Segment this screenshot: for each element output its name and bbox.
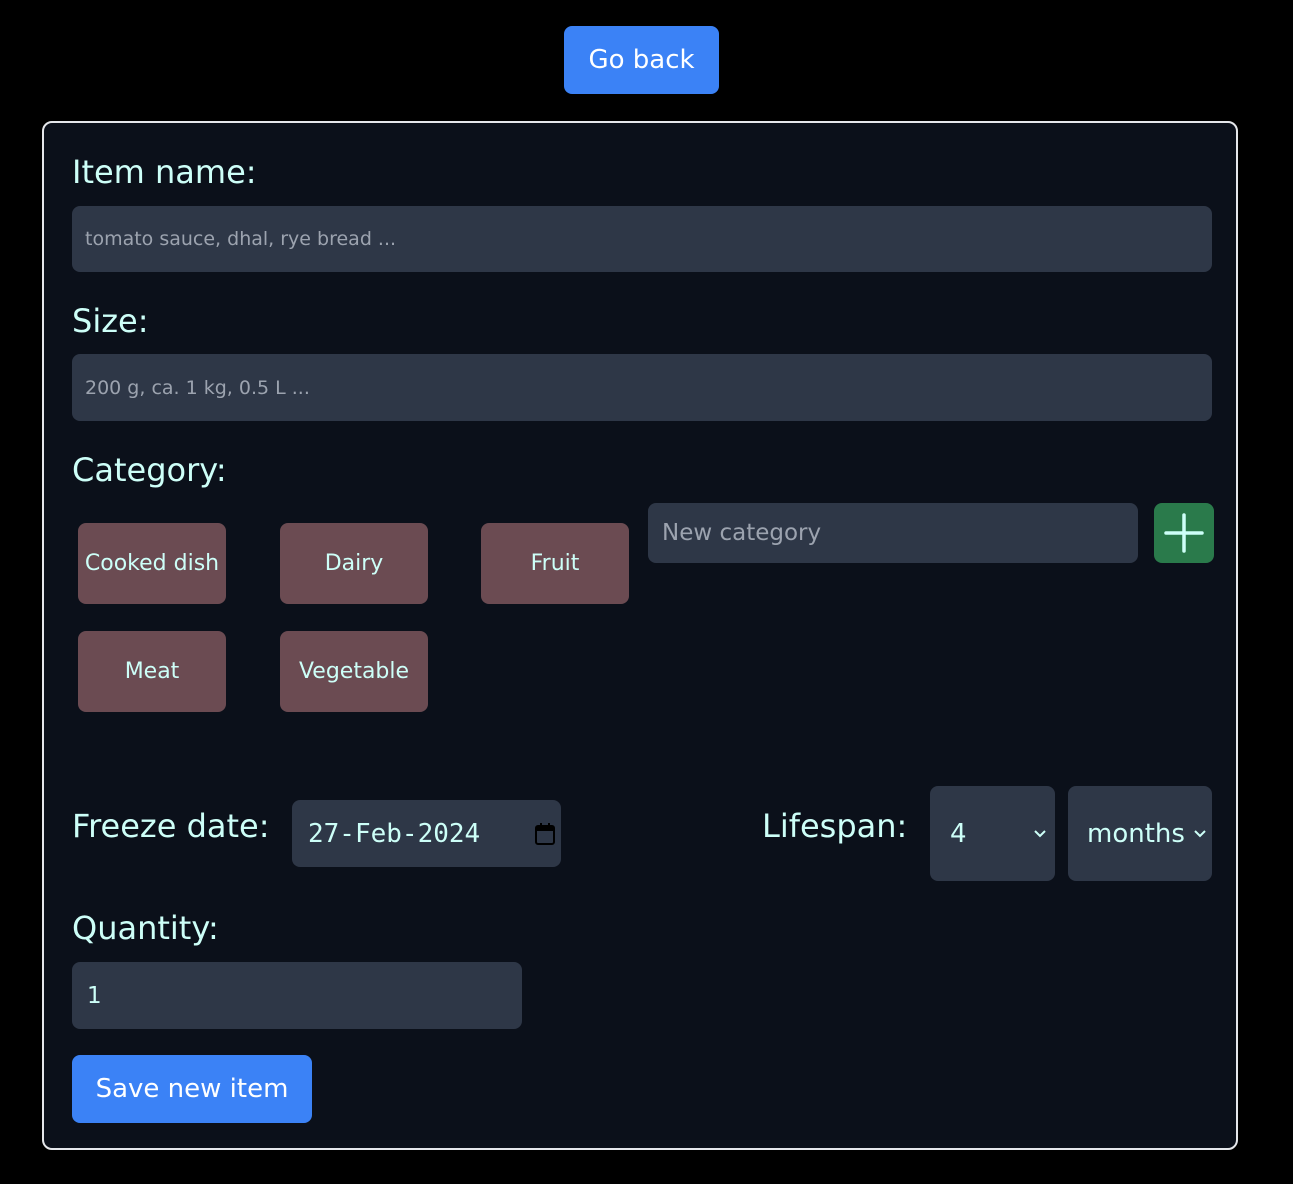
new-item-form: Item name: Size: Category: Cooked dish D…	[42, 121, 1238, 1150]
size-label: Size:	[72, 302, 149, 340]
category-chip-meat[interactable]: Meat	[78, 631, 226, 712]
chevron-down-icon	[1194, 829, 1206, 837]
lifespan-amount-select[interactable]: 4	[930, 786, 1055, 881]
quantity-input[interactable]	[72, 962, 522, 1029]
lifespan-unit-select[interactable]: months	[1068, 786, 1212, 881]
calendar-icon[interactable]	[534, 822, 556, 846]
save-new-item-button[interactable]: Save new item	[72, 1055, 312, 1123]
add-category-button[interactable]	[1154, 503, 1214, 563]
freeze-date-input[interactable]: 27-Feb-2024	[292, 800, 561, 867]
freeze-date-label: Freeze date:	[72, 807, 270, 845]
go-back-button[interactable]: Go back	[564, 26, 719, 94]
lifespan-label: Lifespan:	[762, 807, 908, 845]
lifespan-amount-value: 4	[950, 818, 967, 849]
category-chip-cooked-dish[interactable]: Cooked dish	[78, 523, 226, 604]
lifespan-unit-value: months	[1087, 818, 1185, 849]
new-category-input[interactable]	[648, 503, 1138, 563]
category-chip-dairy[interactable]: Dairy	[280, 523, 428, 604]
item-name-label: Item name:	[72, 153, 257, 191]
plus-icon	[1164, 513, 1204, 553]
category-chip-fruit[interactable]: Fruit	[481, 523, 629, 604]
freeze-date-value: 27-Feb-2024	[308, 818, 481, 849]
category-label: Category:	[72, 451, 227, 489]
category-chip-vegetable[interactable]: Vegetable	[280, 631, 428, 712]
quantity-label: Quantity:	[72, 909, 219, 947]
size-input[interactable]	[72, 354, 1212, 421]
item-name-input[interactable]	[72, 206, 1212, 272]
chevron-down-icon	[1034, 829, 1046, 837]
